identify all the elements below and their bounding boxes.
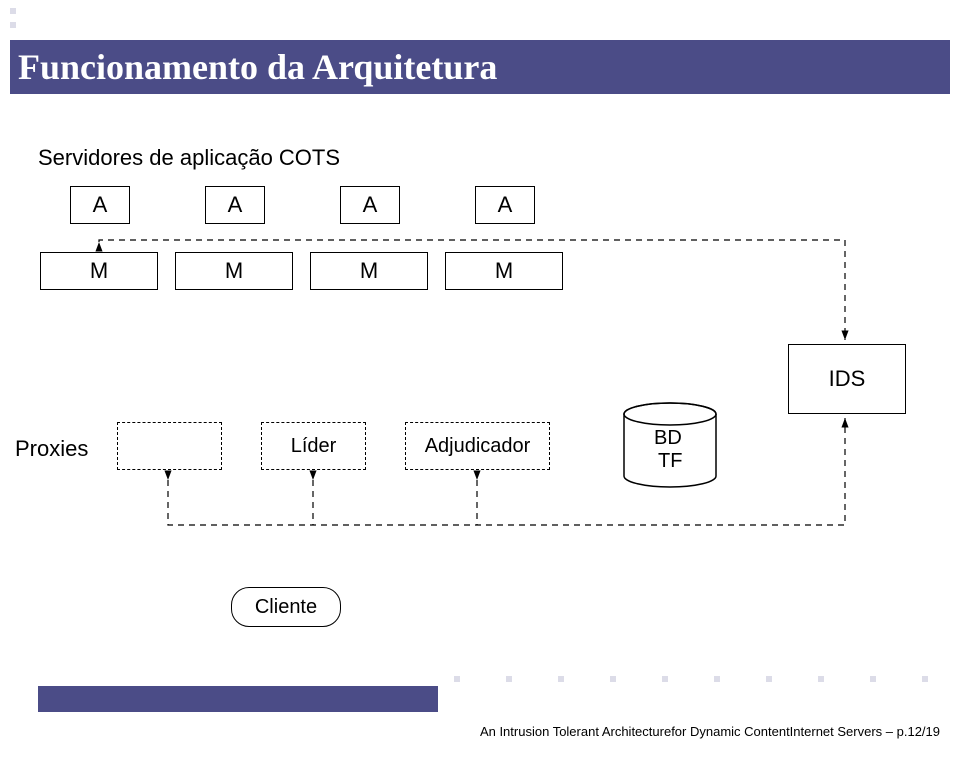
bullet-square xyxy=(662,676,668,682)
server-a-4: A xyxy=(475,186,535,224)
cliente-label: Cliente xyxy=(255,596,317,619)
ids-box: IDS xyxy=(788,344,906,414)
footer-bar xyxy=(38,686,438,712)
monitor-m-3: M xyxy=(310,252,428,290)
lider-label: Líder xyxy=(291,435,337,458)
bullet-square xyxy=(766,676,772,682)
bd-label: BD xyxy=(654,427,682,450)
server-a-1: A xyxy=(70,186,130,224)
monitor-m-1: M xyxy=(40,252,158,290)
servers-label: Servidores de aplicação COTS xyxy=(38,145,340,171)
footer-text: An Intrusion Tolerant Architecturefor Dy… xyxy=(480,724,940,739)
bullet-square xyxy=(714,676,720,682)
bullet-square xyxy=(870,676,876,682)
bullet-square xyxy=(610,676,616,682)
page-title: Funcionamento da Arquitetura xyxy=(18,46,497,88)
proxies-label: Proxies xyxy=(15,436,88,462)
adjudicador-box: Adjudicador xyxy=(405,422,550,470)
cliente-box: Cliente xyxy=(231,587,341,627)
decoration-bullets-bottom xyxy=(454,676,928,682)
proxy-box-1 xyxy=(117,422,222,470)
title-bar: Funcionamento da Arquitetura xyxy=(10,40,950,94)
bullet-square xyxy=(10,8,16,14)
monitor-m-4: M xyxy=(445,252,563,290)
bullet-square xyxy=(558,676,564,682)
adjudicador-label: Adjudicador xyxy=(425,435,531,458)
bullet-square xyxy=(506,676,512,682)
bullet-square xyxy=(10,22,16,28)
bullet-square xyxy=(454,676,460,682)
tf-label: TF xyxy=(658,450,682,473)
lider-box: Líder xyxy=(261,422,366,470)
bullet-square xyxy=(818,676,824,682)
decoration-bullets-top xyxy=(10,8,16,36)
bullet-square xyxy=(922,676,928,682)
ids-label: IDS xyxy=(829,366,866,392)
monitor-m-2: M xyxy=(175,252,293,290)
server-a-3: A xyxy=(340,186,400,224)
server-a-2: A xyxy=(205,186,265,224)
